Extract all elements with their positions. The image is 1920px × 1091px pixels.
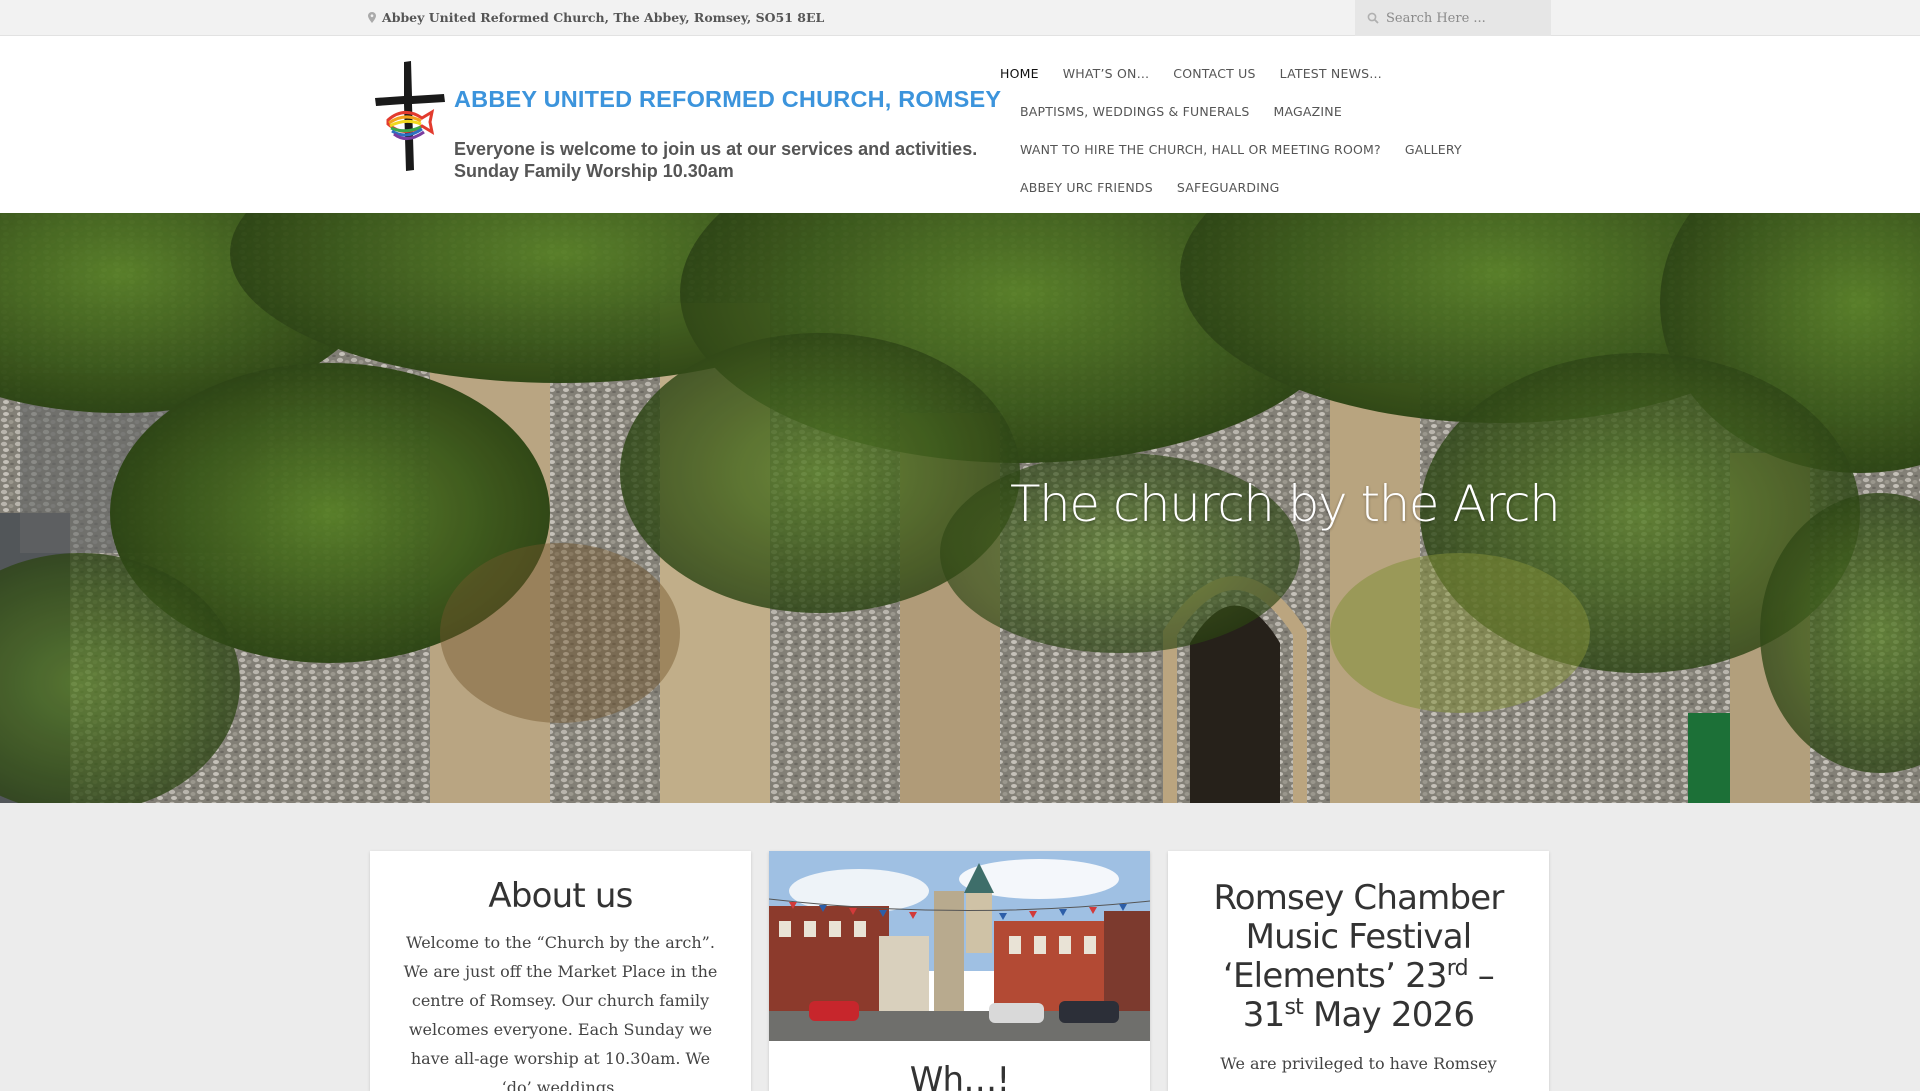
address: Abbey United Reformed Church, The Abbey,… bbox=[368, 10, 824, 25]
middle-card-title[interactable]: Wh…! bbox=[769, 1061, 1150, 1091]
festival-title[interactable]: Romsey Chamber Music Festival ‘Elements’… bbox=[1168, 879, 1549, 1035]
nav-gallery[interactable]: Gallery bbox=[1405, 142, 1462, 157]
tagline-line-2: Sunday Family Worship 10.30am bbox=[454, 161, 734, 181]
nav-magazine[interactable]: Magazine bbox=[1273, 104, 1341, 119]
hero-banner: The church by the Arch bbox=[0, 213, 1920, 803]
about-title[interactable]: About us bbox=[370, 877, 751, 916]
site-title: ABBEY UNITED REFORMED CHURCH, ROMSEY bbox=[454, 86, 1002, 112]
nav-home[interactable]: Home bbox=[1000, 66, 1039, 81]
site-logo[interactable]: ABBEY UNITED REFORMED CHURCH, ROMSEY Eve… bbox=[372, 58, 1002, 181]
nav-contact-us[interactable]: Contact Us bbox=[1173, 66, 1255, 81]
hero-image bbox=[0, 213, 1920, 803]
search-box[interactable] bbox=[1355, 0, 1551, 36]
nav-baptisms-weddings-funerals[interactable]: Baptisms, Weddings & Funerals bbox=[1020, 104, 1249, 119]
top-bar: Abbey United Reformed Church, The Abbey,… bbox=[0, 0, 1920, 36]
festival-card: Romsey Chamber Music Festival ‘Elements’… bbox=[1168, 851, 1549, 1091]
main-nav: Home What’s On… Contact Us Latest News… … bbox=[1000, 54, 1560, 206]
market-place-photo[interactable] bbox=[769, 851, 1150, 1041]
tagline-line-1: Everyone is welcome to join us at our se… bbox=[454, 139, 978, 159]
nav-whats-on[interactable]: What’s On… bbox=[1063, 66, 1150, 81]
hero-caption: The church by the Arch bbox=[1010, 475, 1561, 533]
nav-abbey-urc-friends[interactable]: Abbey URC Friends bbox=[1020, 180, 1153, 195]
nav-latest-news[interactable]: Latest News… bbox=[1280, 66, 1382, 81]
festival-text: We are privileged to have Romsey bbox=[1220, 1054, 1497, 1073]
site-header: ABBEY UNITED REFORMED CHURCH, ROMSEY Eve… bbox=[0, 36, 1920, 213]
map-pin-icon bbox=[368, 12, 376, 23]
about-card: About us Welcome to the “Church by the a… bbox=[370, 851, 751, 1091]
cross-fish-logo-icon bbox=[375, 61, 445, 171]
nav-hire[interactable]: Want to hire the church, hall or meeting… bbox=[1020, 142, 1381, 157]
search-input[interactable] bbox=[1386, 10, 1546, 26]
about-text: Welcome to the “Church by the arch”. We … bbox=[403, 933, 718, 1091]
nav-safeguarding[interactable]: Safeguarding bbox=[1177, 180, 1280, 195]
search-icon bbox=[1367, 12, 1379, 24]
site-tagline: Everyone is welcome to join us at our se… bbox=[454, 138, 977, 182]
address-text: Abbey United Reformed Church, The Abbey,… bbox=[382, 10, 825, 25]
middle-card: Wh…! bbox=[769, 851, 1150, 1091]
